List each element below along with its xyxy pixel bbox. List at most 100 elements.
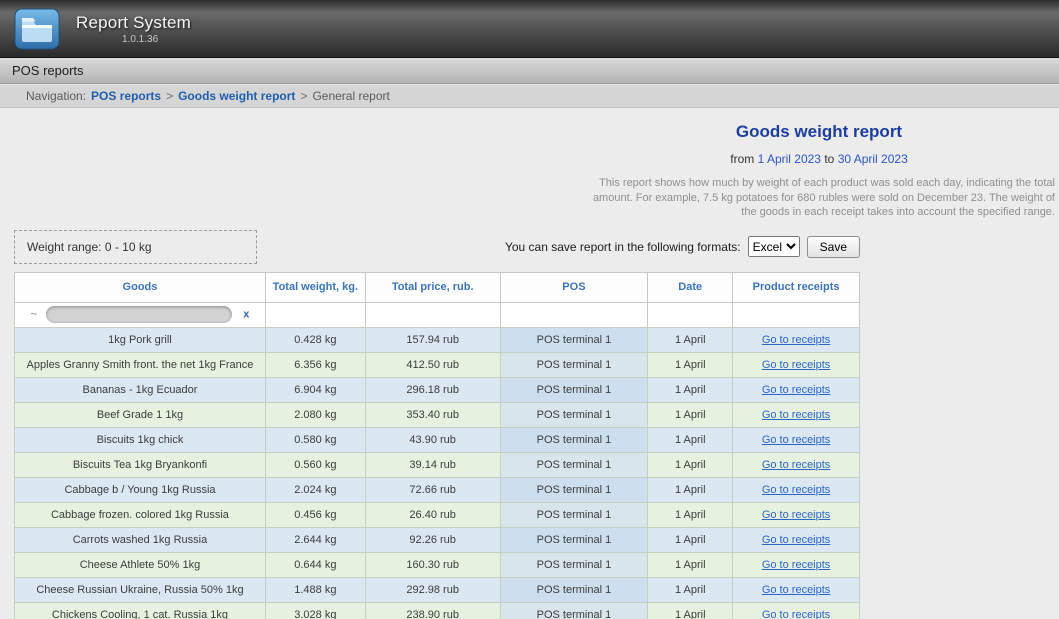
price-cell: 39.14 rub (365, 452, 500, 477)
go-to-receipts-link[interactable]: Go to receipts (762, 434, 830, 446)
pos-cell: POS terminal 1 (500, 452, 648, 477)
date-from-label: from (730, 152, 754, 166)
table-row: Cheese Athlete 50% 1kg0.644 kg160.30 rub… (15, 552, 860, 577)
date-cell: 1 April (648, 552, 733, 577)
app-version: 1.0.1.36 (122, 34, 191, 45)
price-cell: 157.94 rub (365, 327, 500, 352)
goods-cell: Chickens Cooling. 1 cat. Russia 1kg (15, 602, 266, 619)
table-row: Carrots washed 1kg Russia2.644 kg92.26 r… (15, 527, 860, 552)
go-to-receipts-link[interactable]: Go to receipts (762, 359, 830, 371)
pos-cell: POS terminal 1 (500, 402, 648, 427)
date-cell: 1 April (648, 402, 733, 427)
table-header-row: Goods Total weight, kg. Total price, rub… (15, 272, 860, 302)
price-cell: 26.40 rub (365, 502, 500, 527)
goods-filter-input[interactable] (46, 306, 232, 323)
format-select[interactable]: Excel (748, 236, 800, 257)
receipts-cell: Go to receipts (733, 427, 860, 452)
go-to-receipts-link[interactable]: Go to receipts (762, 334, 830, 346)
receipts-cell: Go to receipts (733, 552, 860, 577)
go-to-receipts-link[interactable]: Go to receipts (762, 509, 830, 521)
goods-cell: Cabbage frozen. colored 1kg Russia (15, 502, 266, 527)
receipts-cell: Go to receipts (733, 577, 860, 602)
go-to-receipts-link[interactable]: Go to receipts (762, 534, 830, 546)
breadcrumb-link-goods-weight-report[interactable]: Goods weight report (178, 89, 295, 103)
weight-cell: 0.644 kg (265, 552, 365, 577)
receipts-cell: Go to receipts (733, 502, 860, 527)
filter-empty-cell (733, 302, 860, 327)
save-controls: You can save report in the following for… (505, 236, 860, 258)
goods-cell: Biscuits 1kg chick (15, 427, 266, 452)
go-to-receipts-link[interactable]: Go to receipts (762, 384, 830, 396)
goods-cell: Carrots washed 1kg Russia (15, 527, 266, 552)
breadcrumb-link-pos-reports[interactable]: POS reports (91, 89, 161, 103)
goods-filter-cell: ~ x (15, 302, 266, 327)
price-cell: 92.26 rub (365, 527, 500, 552)
receipts-cell: Go to receipts (733, 602, 860, 619)
report-table-body: 1kg Pork grill0.428 kg157.94 rubPOS term… (15, 327, 860, 619)
breadcrumb-label: Navigation: (26, 89, 86, 103)
weight-range-box: Weight range: 0 - 10 kg (14, 230, 257, 264)
app-header: Report System 1.0.1.36 (0, 0, 1059, 58)
pos-cell: POS terminal 1 (500, 577, 648, 602)
pos-cell: POS terminal 1 (500, 352, 648, 377)
filter-tilde-label: ~ (31, 308, 37, 320)
receipts-cell: Go to receipts (733, 327, 860, 352)
pos-cell: POS terminal 1 (500, 552, 648, 577)
table-row: Bananas - 1kg Ecuador6.904 kg296.18 rubP… (15, 377, 860, 402)
weight-cell: 2.024 kg (265, 477, 365, 502)
table-row: Biscuits 1kg chick0.580 kg43.90 rubPOS t… (15, 427, 860, 452)
column-header-product-receipts: Product receipts (733, 272, 860, 302)
date-end: 30 April 2023 (838, 152, 908, 166)
pos-cell: POS terminal 1 (500, 327, 648, 352)
date-cell: 1 April (648, 602, 733, 619)
filter-empty-cell (648, 302, 733, 327)
go-to-receipts-link[interactable]: Go to receipts (762, 609, 830, 619)
date-cell: 1 April (648, 377, 733, 402)
filter-clear-button[interactable]: x (243, 308, 249, 320)
pos-cell: POS terminal 1 (500, 377, 648, 402)
goods-cell: Biscuits Tea 1kg Bryankonfi (15, 452, 266, 477)
filter-empty-cell (500, 302, 648, 327)
breadcrumb-separator: > (166, 89, 173, 103)
column-header-date: Date (648, 272, 733, 302)
goods-cell: Cabbage b / Young 1kg Russia (15, 477, 266, 502)
date-cell: 1 April (648, 527, 733, 552)
table-row: Cabbage b / Young 1kg Russia2.024 kg72.6… (15, 477, 860, 502)
go-to-receipts-link[interactable]: Go to receipts (762, 484, 830, 496)
date-cell: 1 April (648, 327, 733, 352)
go-to-receipts-link[interactable]: Go to receipts (762, 559, 830, 571)
price-cell: 238.90 rub (365, 602, 500, 619)
goods-cell: Bananas - 1kg Ecuador (15, 377, 266, 402)
date-to-label: to (824, 152, 834, 166)
receipts-cell: Go to receipts (733, 527, 860, 552)
weight-cell: 0.580 kg (265, 427, 365, 452)
goods-cell: Apples Granny Smith front. the net 1kg F… (15, 352, 266, 377)
receipts-cell: Go to receipts (733, 402, 860, 427)
pos-cell: POS terminal 1 (500, 502, 648, 527)
section-bar: POS reports (0, 58, 1059, 84)
save-button[interactable]: Save (807, 236, 860, 258)
weight-cell: 6.904 kg (265, 377, 365, 402)
pos-cell: POS terminal 1 (500, 602, 648, 619)
weight-cell: 0.428 kg (265, 327, 365, 352)
report-header: Goods weight report from 1 April 2023 to… (583, 122, 1055, 220)
date-cell: 1 April (648, 577, 733, 602)
column-header-pos: POS (500, 272, 648, 302)
folder-icon (14, 8, 60, 50)
receipts-cell: Go to receipts (733, 352, 860, 377)
weight-cell: 0.560 kg (265, 452, 365, 477)
table-row: Biscuits Tea 1kg Bryankonfi0.560 kg39.14… (15, 452, 860, 477)
price-cell: 412.50 rub (365, 352, 500, 377)
price-cell: 353.40 rub (365, 402, 500, 427)
pos-cell: POS terminal 1 (500, 527, 648, 552)
go-to-receipts-link[interactable]: Go to receipts (762, 409, 830, 421)
go-to-receipts-link[interactable]: Go to receipts (762, 584, 830, 596)
date-cell: 1 April (648, 452, 733, 477)
table-row: Beef Grade 1 1kg2.080 kg353.40 rubPOS te… (15, 402, 860, 427)
breadcrumb: Navigation: POS reports > Goods weight r… (0, 84, 1059, 108)
column-header-total-weight: Total weight, kg. (265, 272, 365, 302)
column-header-goods: Goods (15, 272, 266, 302)
go-to-receipts-link[interactable]: Go to receipts (762, 459, 830, 471)
report-description: This report shows how much by weight of … (583, 176, 1055, 220)
goods-cell: Cheese Athlete 50% 1kg (15, 552, 266, 577)
